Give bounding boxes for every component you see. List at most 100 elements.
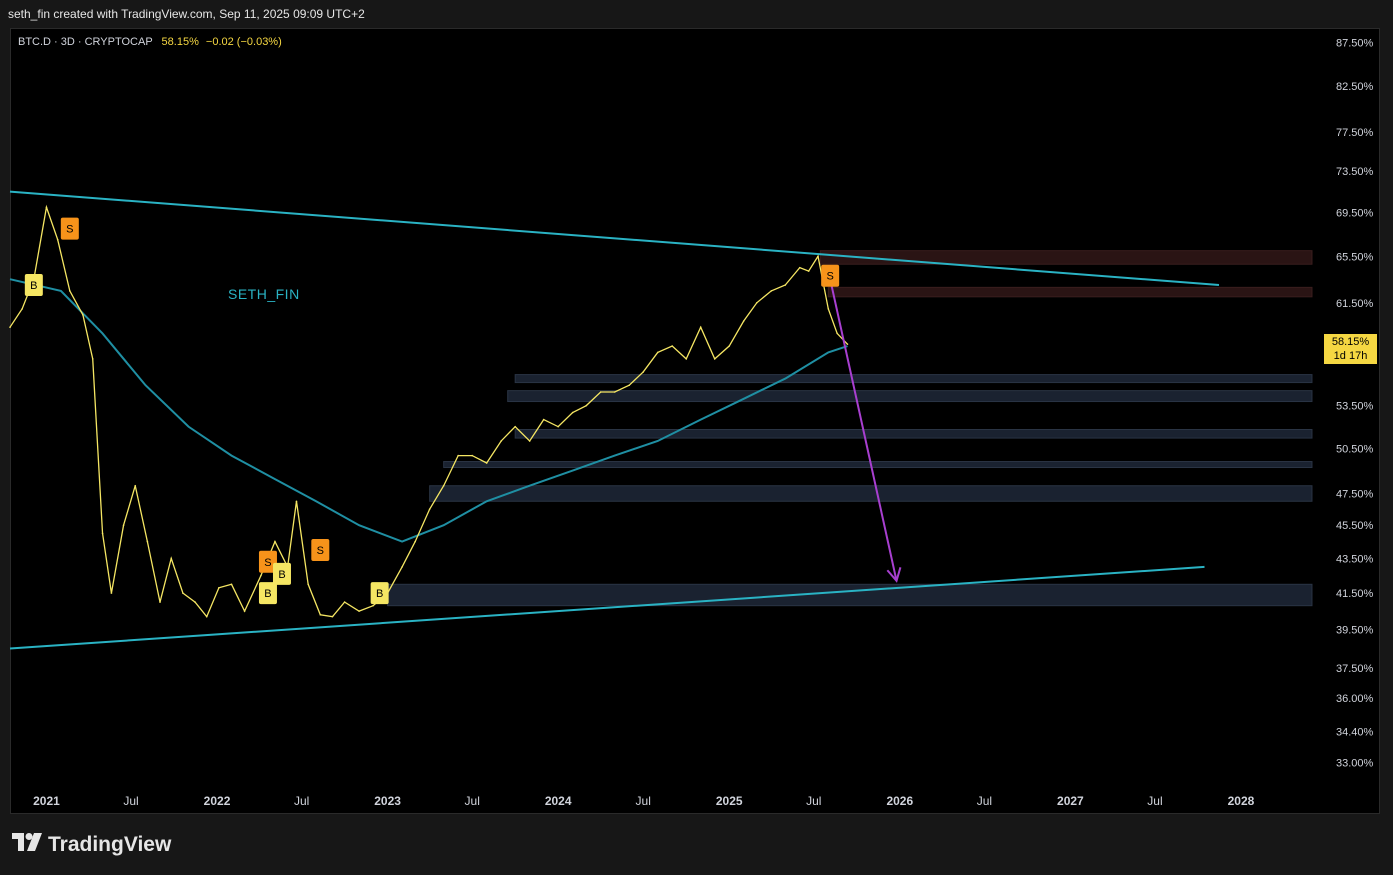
x-axis-tick-label: Jul [465, 794, 480, 808]
price-point [159, 601, 161, 603]
price-point [514, 425, 516, 428]
y-axis-tick-label: 36.00% [1336, 693, 1374, 705]
y-axis-tick-label: 41.50% [1336, 588, 1374, 600]
buy-signal-label: B [264, 588, 271, 600]
price-point [274, 540, 276, 543]
price-point [628, 384, 631, 387]
x-axis-tick-label: Jul [636, 794, 651, 808]
price-point [170, 557, 173, 560]
price-point [331, 615, 334, 618]
x-axis-tick-label: 2023 [374, 794, 401, 808]
price-point [471, 454, 473, 457]
price-point [194, 601, 196, 603]
buy-signal-label: B [376, 588, 383, 600]
price-point [134, 484, 137, 487]
x-axis-tick-label: Jul [123, 794, 138, 808]
price-point [82, 314, 84, 316]
y-axis-tick-label: 69.50% [1336, 208, 1374, 220]
x-axis-tick-label: 2027 [1057, 794, 1084, 808]
symbol-description: BTC.D · 3D · CRYPTOCAP [18, 36, 153, 48]
tradingview-brand: TradingView [48, 833, 172, 856]
zone-rect-7 [387, 583, 1313, 607]
price-point [713, 358, 716, 360]
price-point [182, 592, 184, 594]
price-point [542, 418, 545, 421]
price-tag-countdown: 1d 17h [1333, 350, 1368, 362]
x-axis-tick-label: Jul [294, 794, 309, 808]
price-point [770, 290, 773, 292]
x-axis-tick-label: 2022 [204, 794, 231, 808]
buy-signal-label: B [30, 280, 37, 292]
price-point [205, 615, 208, 618]
price-point [343, 601, 346, 603]
chart-annotation-text: SETH_FIN [228, 286, 300, 302]
price-point [122, 524, 125, 527]
price-point [319, 613, 322, 616]
price-point [428, 508, 431, 510]
last-price-tag: 58.15% 1d 17h [1324, 334, 1377, 364]
price-point [807, 270, 810, 272]
zone-rect-0 [819, 250, 1313, 265]
price-point [146, 540, 149, 543]
price-point [557, 425, 559, 428]
x-axis-tick-label: Jul [977, 794, 992, 808]
price-point [728, 345, 731, 347]
price-point [642, 371, 645, 373]
y-axis-tick-label: 45.50% [1336, 520, 1374, 532]
zone-rect-2 [514, 374, 1313, 384]
y-axis-tick-label: 43.50% [1336, 553, 1374, 565]
buy-signal-label: B [278, 569, 285, 581]
price-point [110, 592, 113, 594]
y-axis-tick-label: 53.50% [1336, 401, 1374, 413]
price-point [613, 391, 616, 393]
price-point [836, 332, 838, 335]
y-axis-tick-label: 87.50% [1336, 38, 1374, 50]
y-axis-tick-label: 33.00% [1336, 757, 1374, 769]
moving-average-line [9, 278, 848, 543]
x-axis-tick-label: 2021 [33, 794, 60, 808]
price-point [45, 206, 48, 209]
zone-rect-6 [429, 485, 1313, 502]
x-axis-tick-label: Jul [1147, 794, 1162, 808]
x-axis-tick-label: 2025 [716, 794, 743, 808]
price-point [91, 358, 94, 360]
price-point [69, 290, 71, 292]
signal-marker-sell-7: S [821, 264, 840, 287]
price-point [457, 454, 459, 457]
signal-marker-buy-0: B [24, 274, 43, 297]
symbol-info-bar[interactable]: BTC.D · 3D · CRYPTOCAP 58.15% −0.02 (−0.… [18, 36, 282, 48]
y-axis-tick-label: 82.50% [1336, 81, 1374, 93]
price-point [56, 238, 59, 241]
y-axis-tick-label: 37.50% [1336, 663, 1374, 675]
price-point [485, 462, 488, 464]
signal-marker-buy-6: B [370, 582, 389, 605]
y-axis-tick-label: 61.50% [1336, 298, 1374, 310]
last-value: 58.15% [161, 36, 199, 48]
price-point [401, 566, 403, 568]
price-point [101, 532, 104, 535]
tradingview-logo[interactable]: TradingView [12, 833, 171, 857]
trendline-0 [9, 190, 1220, 287]
y-axis-tick-label: 34.40% [1336, 727, 1374, 739]
sell-signal-label: S [826, 271, 833, 283]
y-axis-tick-label: 65.50% [1336, 251, 1374, 263]
y-axis-tick-label: 39.50% [1336, 625, 1374, 637]
zone-rect-1 [827, 286, 1313, 298]
signal-marker-buy-4: B [272, 562, 291, 585]
price-point [9, 326, 11, 329]
price-point [656, 351, 659, 354]
price-chart[interactable]: BSSBBSBS87.50%82.50%77.50%73.50%69.50%65… [0, 0, 1393, 875]
value-change: −0.02 (−0.03%) [205, 36, 282, 48]
price-point [585, 404, 588, 407]
price-point [218, 587, 220, 589]
price-point [798, 266, 801, 269]
signal-marker-sell-5: S [311, 538, 330, 561]
x-axis-tick-label: Jul [806, 794, 821, 808]
price-line [9, 204, 848, 618]
price-point [414, 540, 416, 543]
x-axis-tick-label: 2028 [1228, 794, 1255, 808]
tradingview-icon [12, 833, 42, 857]
y-axis-tick-label: 47.50% [1336, 488, 1374, 500]
y-axis-tick-label: 77.50% [1336, 127, 1374, 139]
price-point [372, 604, 374, 607]
